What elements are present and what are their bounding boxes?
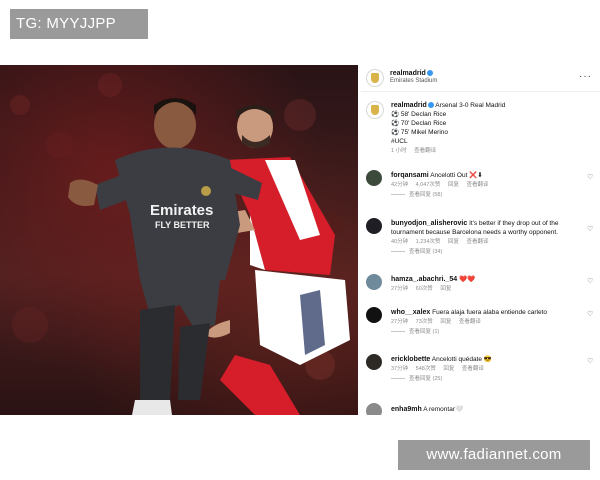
commenter-name[interactable]: ericklobette (391, 356, 430, 363)
comment-text: Fuera alaja fuera alaba entiende carleto (432, 309, 548, 316)
translate-link[interactable]: 查看翻译 (462, 366, 484, 372)
comment-body: ericklobette Ancelotti quédate 😎 37分钟 54… (391, 355, 587, 384)
caption-account-name[interactable]: realmadrid (391, 102, 427, 109)
reply-link[interactable]: 回复 (443, 366, 454, 372)
shirt-sponsor-text: Emirates (150, 202, 213, 219)
post-caption: realmadrid Arsenal 3-0 Real Madrid ⚽ 58'… (391, 101, 591, 156)
verified-badge-icon (426, 70, 433, 77)
comment-likes[interactable]: 73次赞 (416, 319, 433, 325)
post-header-text: realmadrid Emirates Stadium (390, 70, 437, 84)
comment-likes[interactable]: 60次赞 (416, 286, 433, 292)
caption-meta: 1 小时 查看翻译 (391, 148, 442, 154)
site-watermark: www.fadiannet.com (398, 440, 590, 470)
verified-badge-icon (427, 102, 434, 109)
commenter-avatar[interactable] (366, 403, 382, 415)
comment-meta: 27分钟 73次赞 回复 查看翻译 (391, 319, 487, 325)
translate-link[interactable]: 查看翻译 (467, 182, 489, 188)
commenter-avatar[interactable] (366, 307, 382, 323)
comment-likes[interactable]: 1,234次赞 (416, 239, 441, 245)
comment-time: 40分钟 (391, 239, 409, 245)
comment-time: 27分钟 (391, 286, 409, 292)
commenter-name[interactable]: hamza_.abachri._54 (391, 276, 457, 283)
view-replies-link[interactable]: 查看回复 (34) (391, 249, 442, 255)
goal-line-3: 75' Mikel Merino (400, 129, 449, 136)
caption-time: 1 小时 (391, 148, 407, 154)
match-photo: Emirates FLY BETTER (0, 65, 358, 415)
commenter-name[interactable]: forqansami (391, 172, 429, 179)
post-header: realmadrid Emirates Stadium ··· (361, 65, 600, 92)
comment-body: enha9mh A remontar🤍 (391, 405, 587, 414)
comment-text: Ancelotti quédate 😎 (431, 356, 492, 363)
comment-meta: 27分钟 60次赞 回复 (391, 286, 457, 292)
reply-link[interactable]: 回复 (448, 182, 459, 188)
reply-link[interactable]: 回复 (440, 286, 451, 292)
translate-link[interactable]: 查看翻译 (414, 148, 436, 154)
commenter-name[interactable]: enha9mh (391, 406, 422, 413)
ball-icon: ⚽ (391, 120, 400, 127)
commenter-name[interactable]: who__xalex (391, 309, 430, 316)
hashtag-link[interactable]: #UCL (391, 138, 408, 145)
comment-likes[interactable]: 548次赞 (416, 366, 436, 372)
comment-text: A remontar🤍 (423, 406, 464, 413)
account-name[interactable]: realmadrid (390, 70, 426, 77)
comment-time: 37分钟 (391, 366, 409, 372)
goal-line-1: 58' Declan Rice (400, 111, 447, 118)
like-heart-icon[interactable]: ♡ (587, 278, 594, 285)
comment-meta: 40分钟 1,234次赞 回复 查看翻译 (391, 239, 495, 245)
reply-link[interactable]: 回复 (448, 239, 459, 245)
reply-link[interactable]: 回复 (440, 319, 451, 325)
comment-likes[interactable]: 4,047次赞 (416, 182, 441, 188)
comment-time: 27分钟 (391, 319, 409, 325)
view-replies-link[interactable]: 查看回复 (58) (391, 192, 442, 198)
comment-text: Ancelotti Out ❌⬇ (430, 172, 483, 179)
instagram-post-panel: realmadrid Emirates Stadium ··· realmadr… (361, 65, 600, 415)
view-replies-link[interactable]: 查看回复 (1) (391, 329, 439, 335)
more-options-icon[interactable]: ··· (579, 71, 592, 82)
translate-link[interactable]: 查看翻译 (467, 239, 489, 245)
comment-body: hamza_.abachri._54 ❤️❤️ 27分钟 60次赞 回复 (391, 275, 587, 294)
shirt-sponsor-slogan: FLY BETTER (155, 220, 210, 230)
caption-score: Arsenal 3-0 Real Madrid (435, 102, 506, 109)
like-heart-icon[interactable]: ♡ (587, 174, 594, 181)
comment-body: who__xalex Fuera alaja fuera alaba entie… (391, 308, 587, 337)
commenter-avatar[interactable] (366, 218, 382, 234)
telegram-tag: TG: MYYJJPP (10, 9, 148, 39)
comment-body: forqansami Ancelotti Out ❌⬇ 42分钟 4,047次赞… (391, 171, 587, 200)
commenter-avatar[interactable] (366, 354, 382, 370)
commenter-name[interactable]: bunyodjon_alisherovic (391, 220, 467, 227)
translate-link[interactable]: 查看翻译 (459, 319, 481, 325)
ball-icon: ⚽ (391, 129, 400, 136)
like-heart-icon[interactable]: ♡ (587, 226, 594, 233)
like-heart-icon[interactable]: ♡ (587, 311, 594, 318)
post-location[interactable]: Emirates Stadium (390, 78, 437, 84)
goal-line-2: 70' Declan Rice (400, 120, 447, 127)
commenter-avatar[interactable] (366, 170, 382, 186)
comment-time: 42分钟 (391, 182, 409, 188)
commenter-avatar[interactable] (366, 274, 382, 290)
comment-text: ❤️❤️ (458, 276, 476, 283)
real-madrid-avatar[interactable] (366, 69, 384, 87)
players-illustration: Emirates FLY BETTER (10, 73, 350, 415)
comment-meta: 42分钟 4,047次赞 回复 查看翻译 (391, 182, 495, 188)
caption-avatar[interactable] (366, 101, 384, 119)
like-heart-icon[interactable]: ♡ (587, 358, 594, 365)
comment-body: bunyodjon_alisherovic It's better if the… (391, 219, 587, 257)
ball-icon: ⚽ (391, 111, 400, 118)
comment-meta: 37分钟 548次赞 回复 查看翻译 (391, 366, 490, 372)
view-replies-link[interactable]: 查看回复 (25) (391, 376, 442, 382)
